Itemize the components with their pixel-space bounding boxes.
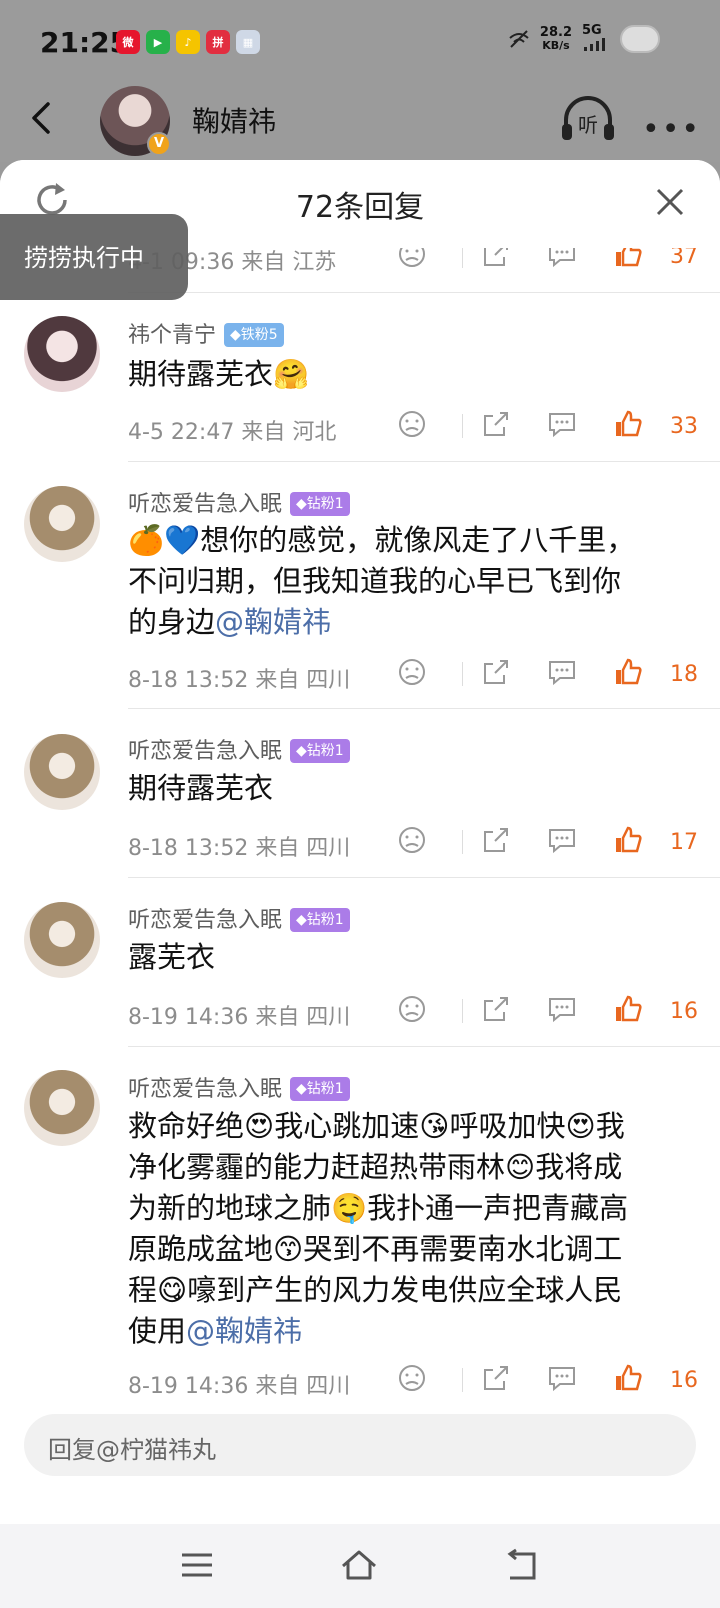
gallery-icon: ▦	[236, 30, 260, 54]
comment-meta-row: 8-18 13:52 来自 四川 18	[128, 656, 698, 696]
more-options-icon[interactable]: •••	[642, 112, 701, 147]
comment-icon[interactable]	[546, 408, 578, 440]
system-status: 28.2 KB/s 5G	[508, 24, 660, 54]
divider	[128, 877, 720, 878]
comment-icon[interactable]	[546, 656, 578, 688]
divider	[462, 830, 463, 854]
wifi-off-icon	[509, 30, 529, 48]
commenter-name[interactable]: 祎个青宁 ◆铁粉5	[128, 317, 284, 349]
svip-icon: ▶	[146, 30, 170, 54]
commenter-avatar[interactable]	[24, 316, 100, 392]
signal-icon	[584, 38, 605, 51]
mention-link[interactable]: @鞠婧祎	[215, 605, 331, 639]
comment-text[interactable]: 露芜衣	[128, 937, 688, 978]
like-thumb-icon[interactable]	[612, 1362, 644, 1394]
network-speed: 28.2 KB/s	[539, 25, 572, 52]
commenter-avatar[interactable]	[24, 734, 100, 810]
like-thumb-icon[interactable]	[612, 408, 644, 440]
comment-text[interactable]: 🍊💙想你的感觉，就像风走了八千里， 不问归期，但我知道我的心早已飞到你 的身边@…	[128, 520, 688, 643]
comment-icon[interactable]	[546, 993, 578, 1025]
divider	[462, 414, 463, 438]
comment-meta-row: 8-19 14:36 来自 四川 16	[128, 993, 698, 1033]
comment-time-location: 8-18 13:52 来自 四川	[128, 836, 351, 861]
divider	[128, 461, 720, 462]
reply-input[interactable]: 回复@柠猫祎丸	[24, 1414, 696, 1476]
share-icon[interactable]	[480, 993, 512, 1025]
mention-link[interactable]: @鞠婧祎	[186, 1314, 302, 1348]
like-thumb-icon[interactable]	[612, 656, 644, 688]
share-icon[interactable]	[480, 408, 512, 440]
profile-name[interactable]: 鞠婧祎	[192, 100, 276, 140]
status-toast: 捞捞执行中	[0, 214, 188, 300]
fan-level-badge: ◆钻粉1	[290, 908, 350, 932]
comment-meta-row: 4-5 22:47 来自 河北 33	[128, 408, 698, 448]
dislike-face-icon[interactable]	[396, 1362, 428, 1394]
like-count: 17	[670, 830, 698, 855]
divider	[462, 662, 463, 686]
dislike-face-icon[interactable]	[396, 824, 428, 856]
share-icon[interactable]	[480, 1362, 512, 1394]
dislike-face-icon[interactable]	[396, 656, 428, 688]
commenter-avatar[interactable]	[24, 486, 100, 562]
commenter-name[interactable]: 听恋爱告急入眠 ◆钻粉1	[128, 733, 350, 765]
comment-text[interactable]: 期待露芜衣	[128, 768, 688, 809]
close-icon[interactable]	[654, 186, 686, 218]
verified-badge-icon: V	[147, 132, 171, 156]
like-count: 33	[670, 414, 698, 439]
comment-meta-row: 8-19 14:36 来自 四川 16	[128, 1362, 698, 1402]
commenter-name[interactable]: 听恋爱告急入眠 ◆钻粉1	[128, 1071, 350, 1103]
fan-level-badge: ◆钻粉1	[290, 492, 350, 516]
fan-level-badge: ◆铁粉5	[224, 323, 284, 347]
fan-level-badge: ◆钻粉1	[290, 739, 350, 763]
fan-level-badge: ◆钻粉1	[290, 1077, 350, 1101]
divider	[128, 708, 720, 709]
menu-icon[interactable]	[178, 1548, 216, 1582]
svg-text:听: 听	[578, 113, 598, 137]
like-count: 16	[670, 1368, 698, 1393]
comment-time-location: 8-19 14:36 来自 四川	[128, 1374, 351, 1399]
status-bar: 21:25 微 ▶ ♪ 拼 ▦ 28.2 KB/s 5G	[0, 0, 720, 82]
divider	[462, 999, 463, 1023]
like-count: 16	[670, 999, 698, 1024]
comment-time-location: 4-5 22:47 来自 河北	[128, 420, 337, 445]
like-count: 18	[670, 662, 698, 687]
reply-placeholder: 回复@柠猫祎丸	[48, 1436, 216, 1464]
pinduoduo-icon: 拼	[206, 30, 230, 54]
battery-icon	[620, 25, 660, 53]
profile-header: V 鞠婧祎 听 •••	[0, 82, 720, 162]
commenter-avatar[interactable]	[24, 1070, 100, 1146]
listen-headphones-icon[interactable]: 听	[560, 94, 616, 144]
notification-icons: 微 ▶ ♪ 拼 ▦	[116, 30, 260, 54]
replies-sheet: 72条回复 4-1 09:36 来自 江苏 37 祎个青宁 ◆铁粉5 期待露芜衣🤗…	[0, 160, 720, 1608]
like-thumb-icon[interactable]	[612, 993, 644, 1025]
comment-icon[interactable]	[546, 1362, 578, 1394]
comment-text[interactable]: 救命好绝😍我心跳加速😘呼吸加快😍我 净化雾霾的能力赶超热带雨林😊我将成 为新的地…	[128, 1106, 688, 1352]
back-nav-icon[interactable]	[502, 1548, 540, 1582]
dislike-face-icon[interactable]	[396, 993, 428, 1025]
weibo-icon: 微	[116, 30, 140, 54]
share-icon[interactable]	[480, 656, 512, 688]
divider	[128, 1046, 720, 1047]
dislike-face-icon[interactable]	[396, 408, 428, 440]
home-icon[interactable]	[340, 1548, 378, 1582]
comment-time-location: 8-18 13:52 来自 四川	[128, 668, 351, 693]
comment-time-location: 8-19 14:36 来自 四川	[128, 1005, 351, 1030]
commenter-name[interactable]: 听恋爱告急入眠 ◆钻粉1	[128, 486, 350, 518]
music-icon: ♪	[176, 30, 200, 54]
signal-indicator: 5G	[582, 24, 610, 54]
like-thumb-icon[interactable]	[612, 824, 644, 856]
share-icon[interactable]	[480, 824, 512, 856]
comment-meta-row: 8-18 13:52 来自 四川 17	[128, 824, 698, 864]
divider	[462, 1368, 463, 1392]
commenter-avatar[interactable]	[24, 902, 100, 978]
system-nav-bar	[0, 1524, 720, 1608]
comment-icon[interactable]	[546, 824, 578, 856]
divider	[128, 292, 720, 293]
comment-text[interactable]: 期待露芜衣🤗	[128, 354, 688, 395]
back-icon[interactable]	[22, 98, 62, 138]
commenter-name[interactable]: 听恋爱告急入眠 ◆钻粉1	[128, 902, 350, 934]
